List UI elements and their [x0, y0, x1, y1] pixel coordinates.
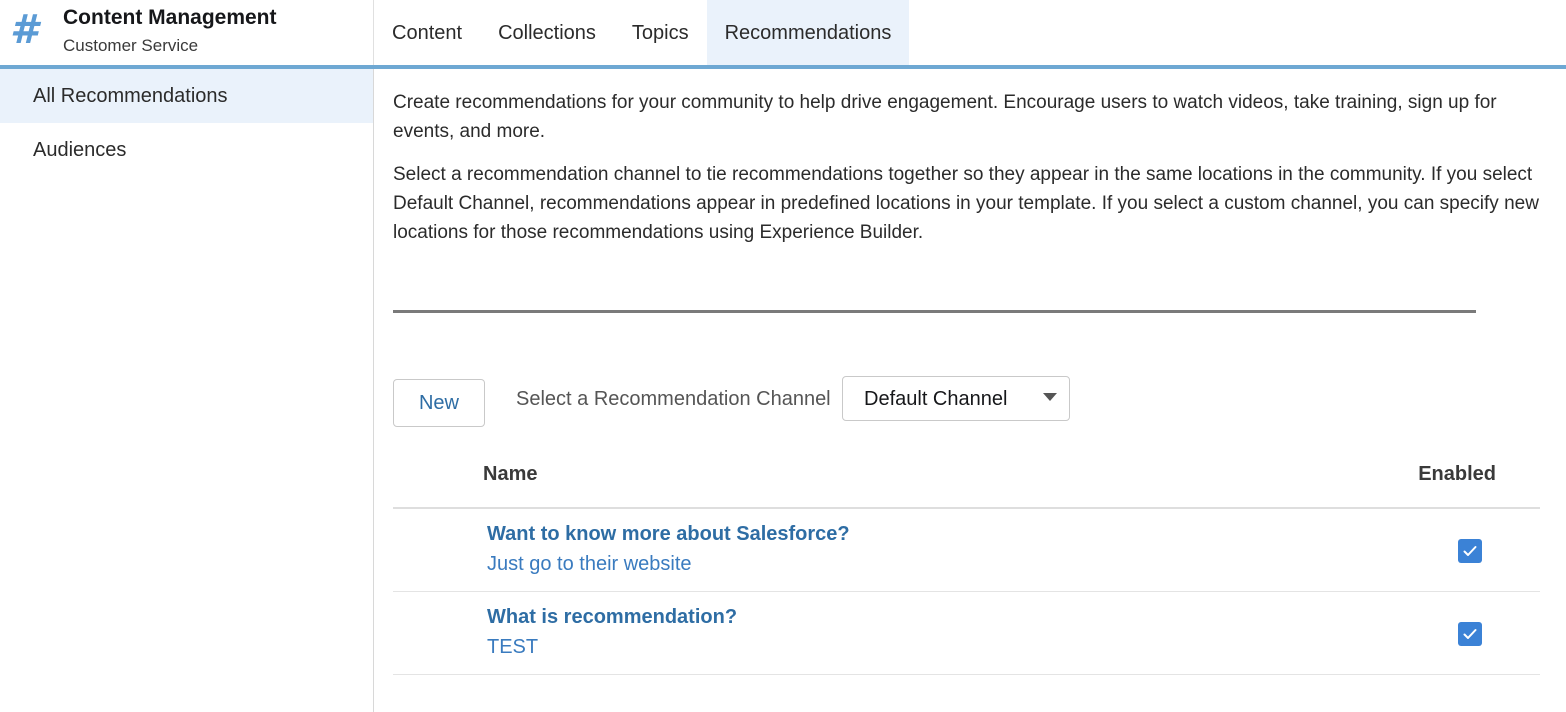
- sidebar: All Recommendations Audiences: [0, 69, 374, 712]
- recommendation-title-link[interactable]: What is recommendation?: [487, 606, 737, 629]
- enabled-checkbox[interactable]: [1458, 622, 1482, 646]
- main-tabs: Content Collections Topics Recommendatio…: [374, 0, 910, 66]
- channel-select-label: Select a Recommendation Channel: [516, 388, 831, 410]
- app-title: Content Management: [63, 6, 277, 29]
- intro-text: Create recommendations for your communit…: [393, 92, 1497, 142]
- column-header-enabled: Enabled: [1418, 463, 1496, 485]
- tab-topics[interactable]: Topics: [614, 0, 707, 66]
- channel-select-value: Default Channel: [864, 388, 1008, 410]
- channel-help-text: Select a recommendation channel to tie r…: [393, 164, 1539, 243]
- tab-recommendations[interactable]: Recommendations: [706, 0, 910, 66]
- column-header-name: Name: [483, 463, 538, 485]
- table-row: What is recommendation? TEST: [393, 592, 1540, 675]
- tab-collections[interactable]: Collections: [480, 0, 614, 66]
- hash-icon: #: [10, 7, 38, 53]
- recommendation-subtitle: TEST: [487, 636, 539, 658]
- sidebar-item-all-recommendations[interactable]: All Recommendations: [0, 69, 373, 123]
- channel-select[interactable]: Default Channel: [842, 376, 1070, 421]
- brand-area: # Content Management Customer Service: [0, 0, 374, 66]
- sidebar-item-audiences[interactable]: Audiences: [0, 123, 373, 177]
- tab-content[interactable]: Content: [374, 0, 480, 66]
- recommendation-toolbar: New Select a Recommendation Channel Defa…: [393, 376, 1543, 427]
- enabled-checkbox[interactable]: [1458, 539, 1482, 563]
- new-button[interactable]: New: [393, 379, 485, 427]
- checkmark-icon: [1463, 546, 1477, 556]
- app-header: # Content Management Customer Service Co…: [0, 0, 1566, 69]
- checkmark-icon: [1463, 629, 1477, 639]
- table-row: Want to know more about Salesforce? Just…: [393, 509, 1540, 592]
- recommendation-subtitle: Just go to their website: [487, 553, 692, 575]
- section-divider: [393, 310, 1476, 313]
- recommendation-title-link[interactable]: Want to know more about Salesforce?: [487, 523, 850, 546]
- recommendations-table: Name Enabled Want to know more about Sal…: [393, 449, 1540, 675]
- content-management-app: # Content Management Customer Service Co…: [0, 0, 1566, 712]
- app-subtitle: Customer Service: [63, 36, 199, 55]
- table-header: Name Enabled: [393, 449, 1540, 509]
- chevron-down-icon: [1043, 393, 1057, 401]
